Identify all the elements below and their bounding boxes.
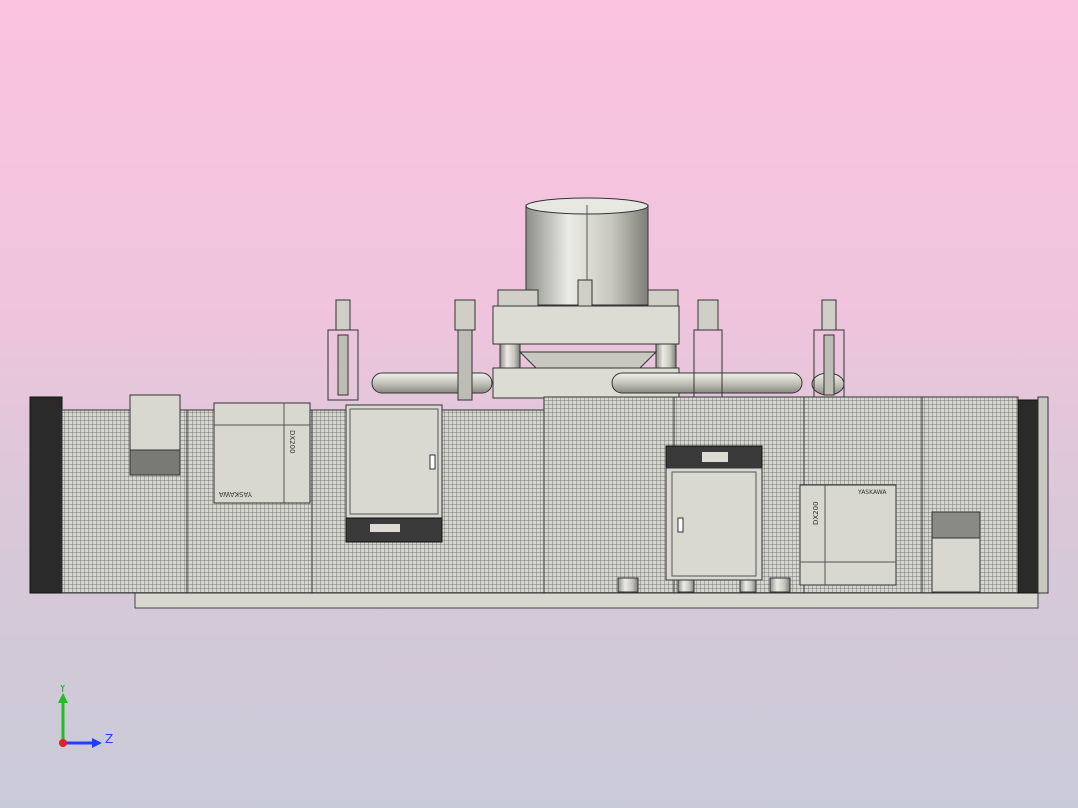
right-controller-brand: YASKAWA xyxy=(857,489,887,496)
view-orientation-triad[interactable]: Y Z xyxy=(50,685,120,755)
right-controller-cabinet[interactable]: DX200 YASKAWA xyxy=(799,484,897,586)
left-controller-brand: YASKAWA xyxy=(219,490,253,498)
cad-viewport[interactable]: DX200 YASKAWA DX200 YASKAWA xyxy=(0,0,1078,808)
right-controller-label: DX200 xyxy=(812,501,820,525)
left-controller-cabinet[interactable]: DX200 YASKAWA xyxy=(213,402,311,504)
main-control-cabinet[interactable] xyxy=(345,404,443,543)
z-axis-label: Z xyxy=(105,732,113,746)
left-pedestal-box[interactable] xyxy=(129,394,181,476)
left-controller-label: DX200 xyxy=(288,430,296,454)
x-axis-dot-icon xyxy=(59,739,67,747)
z-axis-arrow-icon xyxy=(92,738,102,748)
right-pedestal-box[interactable] xyxy=(931,511,981,593)
base-plate[interactable] xyxy=(134,591,1039,609)
press-tower[interactable] xyxy=(492,197,680,399)
right-center-cabinet[interactable] xyxy=(665,445,763,581)
y-axis-label: Y xyxy=(58,685,67,695)
